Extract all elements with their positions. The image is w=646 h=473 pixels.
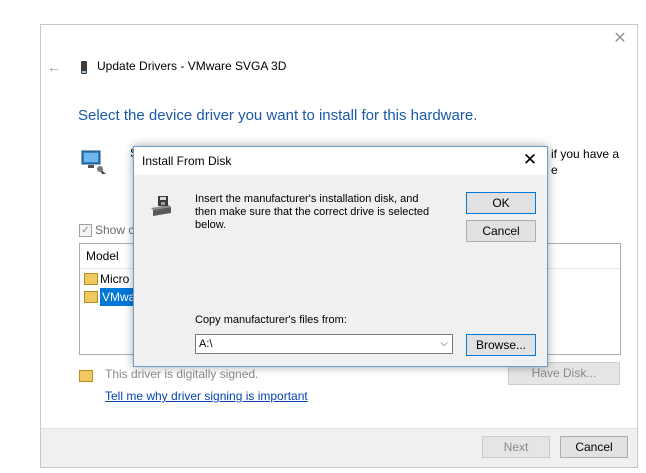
dialog-instructions: Insert the manufacturer's installation d… xyxy=(195,193,430,231)
monitor-icon xyxy=(81,150,106,174)
show-compatible-checkbox[interactable]: ✓ Show co xyxy=(79,223,141,237)
close-icon[interactable]: ✕ xyxy=(610,29,630,49)
checkbox-check-icon[interactable]: ✓ xyxy=(79,223,92,237)
model-item-label: VMwa xyxy=(100,288,138,306)
description-right-text: if you have a e xyxy=(551,147,620,177)
dialog-titlebar: Install From Disk ✕ xyxy=(134,147,547,175)
source-path-value: A:\ xyxy=(199,338,213,350)
chevron-down-icon[interactable]: ⌵ xyxy=(440,335,448,353)
signed-status-text: This driver is digitally signed. xyxy=(105,367,259,381)
driver-package-icon xyxy=(84,291,98,303)
driver-signing-link[interactable]: Tell me why driver signing is important xyxy=(105,389,308,403)
cancel-button[interactable]: Cancel xyxy=(560,436,628,458)
copy-from-label: Copy manufacturer's files from: xyxy=(195,314,347,326)
dialog-title: Install From Disk xyxy=(142,154,232,168)
install-from-disk-dialog: Install From Disk ✕ Insert the manufactu… xyxy=(133,146,548,367)
model-item-label: Micro xyxy=(100,272,130,286)
list-item[interactable]: Micro xyxy=(84,270,129,288)
dialog-cancel-button[interactable]: Cancel xyxy=(466,220,536,242)
list-item-selected[interactable]: VMwa xyxy=(84,288,138,306)
device-icon xyxy=(81,61,87,74)
disk-drive-icon xyxy=(151,196,171,216)
ok-button[interactable]: OK xyxy=(466,192,536,214)
source-path-combobox[interactable]: A:\ ⌵ xyxy=(195,334,453,354)
window-title: Update Drivers - VMware SVGA 3D xyxy=(97,59,287,73)
signed-driver-icon xyxy=(79,370,93,382)
next-button[interactable]: Next xyxy=(482,436,550,458)
driver-package-icon xyxy=(84,273,98,285)
page-heading: Select the device driver you want to ins… xyxy=(78,107,478,124)
wizard-footer: Next Cancel xyxy=(41,428,637,467)
back-arrow-icon[interactable]: ← xyxy=(47,59,61,75)
browse-button[interactable]: Browse... xyxy=(466,334,536,356)
close-icon[interactable]: ✕ xyxy=(521,150,539,170)
